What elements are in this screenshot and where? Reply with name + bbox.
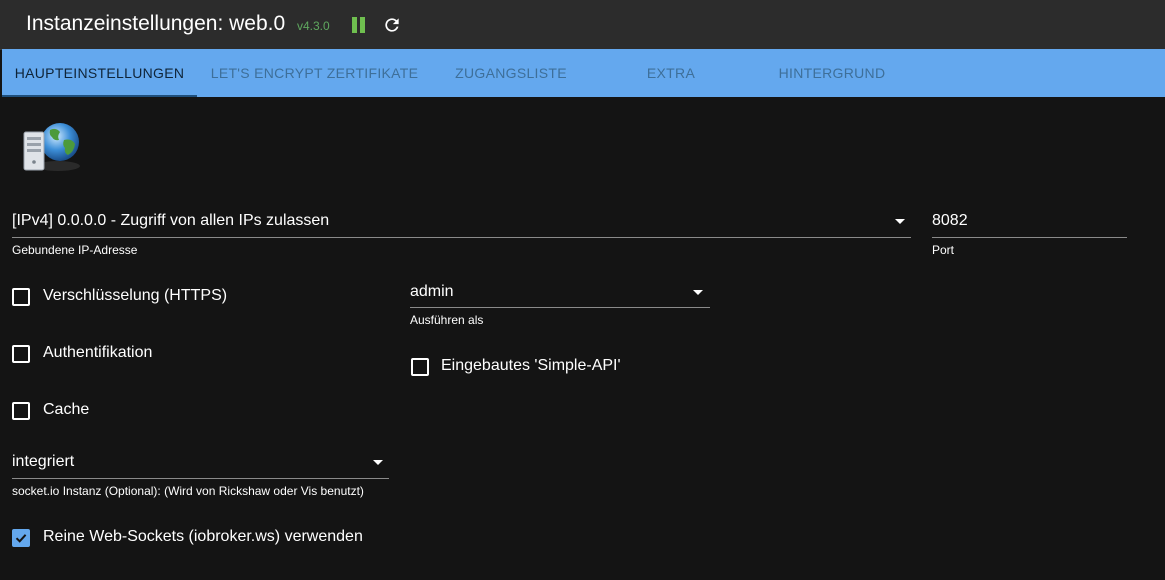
pure-websockets-checkbox[interactable] xyxy=(12,529,30,547)
socketio-select[interactable]: integriert xyxy=(12,453,74,471)
check-icon xyxy=(15,534,27,543)
tab-extra[interactable]: EXTRA xyxy=(590,49,752,97)
tab-hintergrund[interactable]: HINTERGRUND xyxy=(752,49,912,97)
chevron-down-icon[interactable] xyxy=(895,219,905,224)
https-label[interactable]: Verschlüsselung (HTTPS) xyxy=(43,287,227,305)
port-input[interactable]: 8082 xyxy=(932,212,968,230)
simple-api-label[interactable]: Eingebautes 'Simple-API' xyxy=(441,357,621,375)
tab-indicator xyxy=(2,95,197,97)
title-bar: Instanzeinstellungen: web.0 v4.3.0 xyxy=(0,0,1165,50)
socketio-helper: socket.io Instanz (Optional): (Wird von … xyxy=(12,484,364,498)
tab-zugangsliste[interactable]: ZUGANGSLISTE xyxy=(432,49,590,97)
refresh-icon[interactable] xyxy=(382,15,402,35)
ip-address-select[interactable]: [IPv4] 0.0.0.0 - Zugriff von allen IPs z… xyxy=(12,212,329,230)
https-checkbox[interactable] xyxy=(12,288,30,306)
run-as-select[interactable]: admin xyxy=(410,283,454,301)
port-underline xyxy=(932,237,1127,238)
chevron-down-icon[interactable] xyxy=(373,460,383,465)
server-globe-icon xyxy=(20,120,82,174)
version-badge: v4.3.0 xyxy=(297,19,330,33)
auth-checkbox[interactable] xyxy=(12,345,30,363)
ip-address-underline xyxy=(12,237,911,238)
pause-icon[interactable] xyxy=(350,17,366,33)
simple-api-checkbox[interactable] xyxy=(411,358,429,376)
ip-address-helper: Gebundene IP-Adresse xyxy=(12,243,138,257)
tab-lets-encrypt[interactable]: LET'S ENCRYPT ZERTIFIKATE xyxy=(197,49,432,97)
chevron-down-icon[interactable] xyxy=(693,290,703,295)
tab-haupteinstellungen[interactable]: HAUPTEINSTELLUNGEN xyxy=(2,49,197,97)
cache-label[interactable]: Cache xyxy=(43,401,89,419)
run-as-helper: Ausführen als xyxy=(410,313,484,327)
pure-websockets-label[interactable]: Reine Web-Sockets (iobroker.ws) verwende… xyxy=(43,528,363,546)
auth-label[interactable]: Authentifikation xyxy=(43,344,152,362)
run-as-underline xyxy=(410,307,710,308)
socketio-underline xyxy=(12,478,389,479)
page-title: Instanzeinstellungen: web.0 xyxy=(26,12,286,35)
port-helper: Port xyxy=(932,243,955,257)
tab-bar: HAUPTEINSTELLUNGEN LET'S ENCRYPT ZERTIFI… xyxy=(2,49,1165,97)
cache-checkbox[interactable] xyxy=(12,402,30,420)
